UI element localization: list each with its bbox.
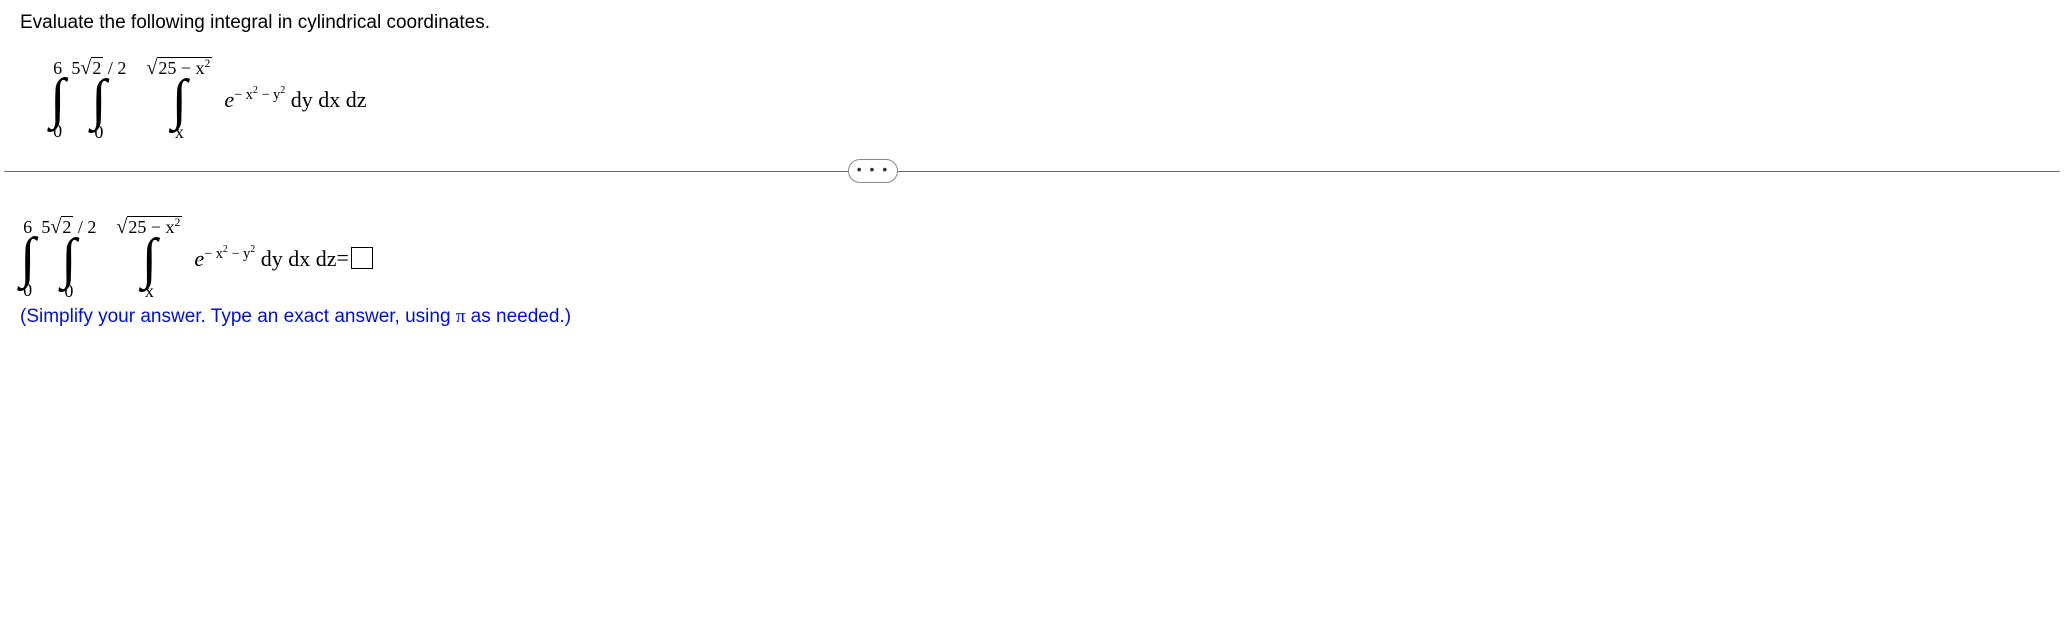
- middle-integral-ans: 5√2 / 2 ∫ 0: [41, 217, 96, 300]
- outer-integral: 6 ∫ 0: [50, 59, 65, 140]
- integrand: e− x2 − y2 dy dx dz: [224, 85, 366, 113]
- expand-button[interactable]: • • •: [848, 159, 898, 183]
- question-prompt: Evaluate the following integral in cylin…: [0, 0, 2064, 34]
- integrand-ans: e− x2 − y2 dy dx dz: [194, 244, 336, 272]
- outer-integral-ans: 6 ∫ 0: [20, 218, 35, 299]
- answer-integral: 6 ∫ 0 5√2 / 2 ∫ 0 √25 − x2 ∫ x e− x2 − y…: [20, 213, 2064, 300]
- given-integral: 6 ∫ 0 5√2 / 2 ∫ 0 √25 − x2 ∫ x e− x2 − y…: [0, 34, 2064, 165]
- answer-hint: (Simplify your answer. Type an exact ans…: [0, 300, 2064, 328]
- equals-sign: =: [337, 245, 349, 271]
- answer-input[interactable]: [351, 247, 373, 269]
- middle-integral: 5√2 / 2 ∫ 0: [71, 58, 126, 141]
- inner-integral: √25 − x2 ∫ x: [146, 58, 212, 141]
- inner-integral-ans: √25 − x2 ∫ x: [116, 217, 182, 300]
- section-divider: • • •: [4, 171, 2060, 173]
